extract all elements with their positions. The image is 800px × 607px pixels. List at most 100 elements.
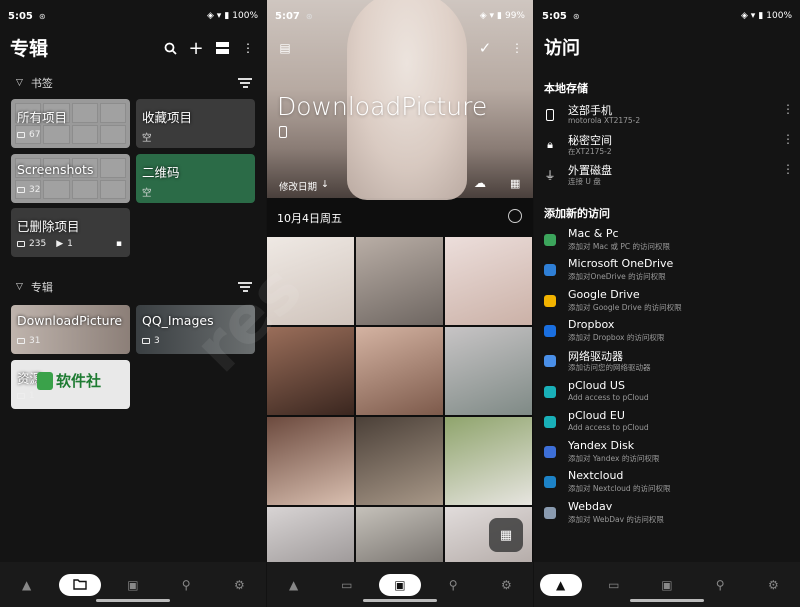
album-label: 所有项目 [17,110,68,125]
service-item[interactable]: 网络驱动器 添加访问您的网络驱动器 [534,346,800,376]
photo-thumbnail[interactable] [445,327,532,415]
nav-settings-icon[interactable]: ⚙ [218,574,260,596]
section-label: 专辑 [30,281,53,294]
nav-search-icon[interactable]: ⚲ [432,574,474,596]
photo-thumbnail[interactable] [356,417,443,505]
storage-phone[interactable]: 这部手机 motorola XT2175-2 ⋮ [534,100,800,130]
nav-landscape-icon[interactable]: ▲ [273,574,315,596]
service-name: pCloud US [568,378,625,392]
status-time: 5:07 [275,10,300,22]
album-card-qq-images[interactable]: QQ_Images 3 [136,305,255,354]
battery-level: 100% [766,11,792,21]
gesture-handle [630,599,704,602]
nav-albums-icon[interactable]: ▭ [593,574,635,596]
service-logo-icon [542,353,558,369]
service-item[interactable]: pCloud US Add access to pCloud [534,377,800,407]
sort-icon[interactable] [238,76,252,91]
service-item[interactable]: Microsoft OneDrive 添加对OneDrive 的访问权限 [534,255,800,285]
view-toggle-icon[interactable] [212,38,232,58]
album-card-screenshots[interactable]: Screenshots 32 [11,154,130,203]
service-logo-icon [542,232,558,248]
photo-thumbnail[interactable] [267,327,354,415]
album-info-icon[interactable]: ▤ [275,38,295,58]
service-logo-icon [542,293,558,309]
album-label: QQ_Images [142,313,214,328]
album-card-qrcode[interactable]: 二维码 空 [136,154,255,203]
photo-thumbnail[interactable] [356,237,443,325]
album-detail-screen: 5:07 ⊛ ◈ ▾ ▮ 99% ▤ ✓ ⋮ DownloadPicture 修… [267,0,533,607]
battery-icon: ▮ [224,11,230,21]
status-bar: 5:07 ⊛ ◈ ▾ ▮ 99% [267,0,533,32]
nav-settings-icon[interactable]: ⚙ [752,574,794,596]
device-icon [279,126,287,138]
nav-photos-icon[interactable]: ▣ [112,574,154,596]
watermark-logo: 软件社 [37,370,101,391]
image-icon [17,241,25,247]
sort-icon[interactable] [238,280,252,295]
logo-icon [37,371,53,390]
nav-albums-icon[interactable] [58,573,101,596]
nav-landscape-icon[interactable]: ▲ [6,574,48,596]
photo-thumbnail[interactable] [445,237,532,325]
service-item[interactable]: Google Drive 添加对 Google Drive 的访问权限 [534,286,800,316]
battery-level: 99% [504,11,525,21]
bookmark-section-header[interactable]: ▽ 书签 [0,70,266,96]
album-card-downloadpicture[interactable]: DownloadPicture 31 [11,305,130,354]
album-label: 收藏项目 [142,110,193,125]
album-card-all-items[interactable]: 所有项目 67 [11,99,130,148]
service-item[interactable]: Nextcloud 添加对 Nextcloud 的访问权限 [534,467,800,497]
service-logo-icon [542,262,558,278]
more-icon[interactable]: ⋮ [782,133,794,145]
photo-thumbnail[interactable] [267,237,354,325]
service-item[interactable]: Mac & Pc 添加对 Mac 或 PC 的访问权限 [534,225,800,255]
service-name: Google Drive [568,287,640,301]
signal-icon: ◈ ▾ [207,11,222,21]
nav-albums-icon[interactable]: ▭ [326,574,368,596]
search-icon[interactable] [160,38,180,58]
photo-thumbnail[interactable] [267,417,354,505]
gesture-handle [363,599,437,602]
storage-external-disk[interactable]: ⏚ 外置磁盘 连接 U 盘 ⋮ [534,160,800,190]
select-check-icon[interactable]: ✓ [475,38,495,58]
service-name: Mac & Pc [568,227,619,240]
album-count: 3 [142,336,160,346]
service-item[interactable]: Yandex Disk 添加对 Yandex 的访问权限 [534,437,800,467]
album-card-favorites[interactable]: 收藏项目 空 [136,99,255,148]
nav-search-icon[interactable]: ⚲ [699,574,741,596]
qrcode-fab[interactable]: ▦ [489,518,523,552]
album-title: DownloadPicture [277,92,488,121]
add-icon[interactable]: + [186,38,206,59]
service-name: Webdav [568,499,613,513]
album-count: 235 ▶ 1 [17,239,73,249]
nav-landscape-icon[interactable]: ▲ [539,573,582,596]
status-notification-icon: ⊛ [38,11,46,21]
service-item[interactable]: pCloud EU Add access to pCloud [534,407,800,437]
status-right: ◈ ▾ ▮ 99% [480,11,525,21]
signal-icon: ◈ ▾ [741,11,756,21]
album-section-header[interactable]: ▽ 专辑 [0,274,266,300]
storage-secret-space[interactable]: 🔒︎ 秘密空间 在XT2175-2 ⋮ [534,130,800,160]
grid-view-icon[interactable]: ▦ [510,177,520,190]
more-icon[interactable]: ⋮ [782,163,794,175]
select-date-checkbox[interactable] [508,209,522,223]
service-name: Dropbox [568,317,615,331]
cloud-off-icon[interactable]: ☁ [474,176,486,190]
more-icon[interactable]: ⋮ [507,38,527,58]
more-icon[interactable]: ⋮ [238,38,258,58]
status-bar: 5:05 ⊛ ◈ ▾ ▮ 100% [0,0,266,32]
image-icon [17,393,25,399]
service-item[interactable]: Webdav 添加对 WebDav 的访问权限 [534,498,800,528]
status-right: ◈ ▾ ▮ 100% [207,11,258,21]
service-item[interactable]: Dropbox 添加对 Dropbox 的访问权限 [534,316,800,346]
nav-search-icon[interactable]: ⚲ [165,574,207,596]
more-icon[interactable]: ⋮ [782,103,794,115]
nav-settings-icon[interactable]: ⚙ [485,574,527,596]
album-card-deleted[interactable]: 已删除项目 235 ▶ 1 ▪ [11,208,130,257]
photo-thumbnail[interactable] [356,327,443,415]
add-access-header: 添加新的访问 [544,207,610,220]
album-card-resources[interactable]: 资源 1 软件社 [11,360,130,409]
nav-photos-icon[interactable]: ▣ [646,574,688,596]
nav-photos-icon[interactable]: ▣ [378,573,421,596]
sort-button[interactable]: 修改日期 ↓ [279,179,329,193]
photo-thumbnail[interactable] [445,417,532,505]
